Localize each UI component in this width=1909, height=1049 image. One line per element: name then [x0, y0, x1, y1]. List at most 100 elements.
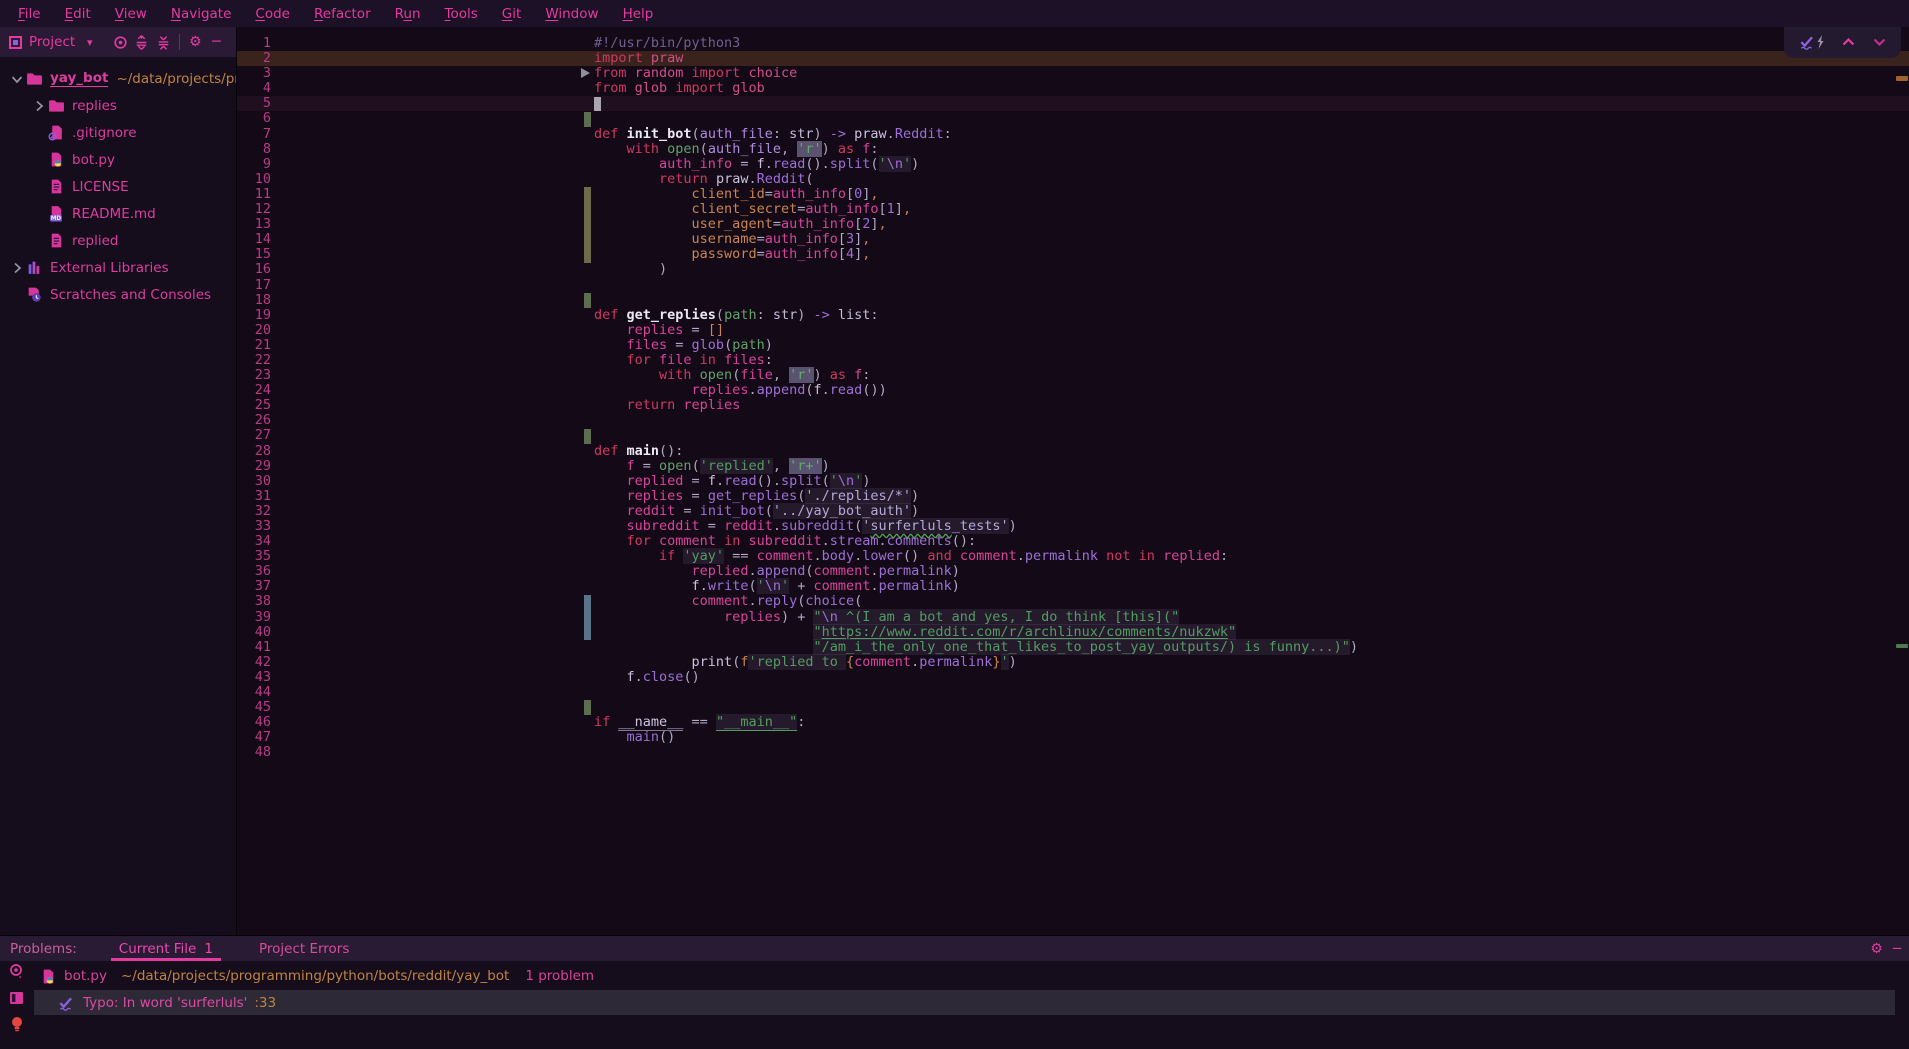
code-line-33[interactable]: subreddit = reddit.subreddit('surferluls… — [594, 519, 1358, 534]
line-number-20[interactable]: 20 — [237, 323, 271, 338]
menu-tools[interactable]: Tools — [433, 6, 490, 22]
inspections-widget[interactable] — [1784, 27, 1901, 58]
line-number-9[interactable]: 9 — [237, 157, 271, 172]
menu-file[interactable]: File — [6, 6, 53, 22]
line-number-46[interactable]: 46 — [237, 715, 271, 730]
line-number-25[interactable]: 25 — [237, 398, 271, 413]
line-number-31[interactable]: 31 — [237, 489, 271, 504]
line-number-40[interactable]: 40 — [237, 625, 271, 640]
tree-item-readme[interactable]: MDREADME.md — [0, 200, 236, 227]
line-number-28[interactable]: 28 — [237, 444, 271, 459]
code-line-5[interactable] — [594, 96, 1358, 111]
line-number-5[interactable]: 5 — [237, 96, 271, 111]
line-number-35[interactable]: 35 — [237, 549, 271, 564]
code-line-13[interactable]: user_agent=auth_info[2], — [594, 217, 1358, 232]
code-line-22[interactable]: for file in files: — [594, 353, 1358, 368]
problem-item-typo[interactable]: Typo: In word 'surferluls' :33 — [34, 990, 1895, 1015]
line-number-23[interactable]: 23 — [237, 368, 271, 383]
code-line-21[interactable]: files = glob(path) — [594, 338, 1358, 353]
code-editor[interactable]: 1234567891011121314151617181920212223242… — [237, 27, 1909, 936]
code-line-48[interactable] — [594, 745, 1358, 760]
line-number-11[interactable]: 11 — [237, 187, 271, 202]
vcs-change-bar[interactable] — [584, 293, 591, 308]
menu-window[interactable]: Window — [533, 6, 610, 22]
code-line-15[interactable]: password=auth_info[4], — [594, 247, 1358, 262]
problems-file-row[interactable]: bot.py ~/data/projects/programming/pytho… — [40, 965, 594, 987]
vcs-change-bar[interactable] — [584, 595, 591, 640]
code-content[interactable]: #!/usr/bin/python3import prawfrom random… — [594, 36, 1358, 761]
problems-panel-title[interactable]: Problems: — [10, 941, 77, 957]
code-line-31[interactable]: replies = get_replies('./replies/*') — [594, 489, 1358, 504]
code-line-38[interactable]: comment.reply(choice( — [594, 594, 1358, 609]
menu-run[interactable]: Run — [383, 6, 433, 22]
run-gutter-icon[interactable] — [581, 68, 590, 78]
line-number-43[interactable]: 43 — [237, 670, 271, 685]
line-number-48[interactable]: 48 — [237, 745, 271, 760]
vcs-change-bar[interactable] — [584, 187, 591, 263]
hide-panel-icon[interactable]: ─ — [206, 32, 227, 52]
menu-git[interactable]: Git — [490, 6, 534, 22]
line-number-26[interactable]: 26 — [237, 413, 271, 428]
gear-icon[interactable]: ⚙ — [185, 32, 206, 52]
code-line-39[interactable]: replies) + "\n ^(I am a bot and yes, I d… — [594, 610, 1358, 625]
menu-edit[interactable]: Edit — [53, 6, 103, 22]
line-number-12[interactable]: 12 — [237, 202, 271, 217]
line-number-4[interactable]: 4 — [237, 81, 271, 96]
project-panel-title[interactable]: Project — [29, 34, 75, 50]
error-stripe-typo[interactable] — [1896, 644, 1908, 648]
line-number-39[interactable]: 39 — [237, 610, 271, 625]
line-number-2[interactable]: 2 — [237, 51, 271, 66]
line-number-10[interactable]: 10 — [237, 172, 271, 187]
line-number-19[interactable]: 19 — [237, 308, 271, 323]
code-line-3[interactable]: from random import choice — [594, 66, 1358, 81]
code-line-26[interactable] — [594, 413, 1358, 428]
code-line-41[interactable]: "/am_i_the_only_one_that_likes_to_post_y… — [594, 640, 1358, 655]
line-number-37[interactable]: 37 — [237, 579, 271, 594]
code-line-27[interactable] — [594, 428, 1358, 443]
line-number-18[interactable]: 18 — [237, 293, 271, 308]
expand-all-icon[interactable] — [131, 32, 152, 52]
code-line-25[interactable]: return replies — [594, 398, 1358, 413]
quick-fix-bulb-icon[interactable] — [10, 1016, 24, 1033]
line-number-30[interactable]: 30 — [237, 474, 271, 489]
code-line-11[interactable]: client_id=auth_info[0], — [594, 187, 1358, 202]
line-number-42[interactable]: 42 — [237, 655, 271, 670]
code-line-29[interactable]: f = open('replied', 'r+') — [594, 459, 1358, 474]
line-number-15[interactable]: 15 — [237, 247, 271, 262]
line-number-45[interactable]: 45 — [237, 700, 271, 715]
line-number-7[interactable]: 7 — [237, 127, 271, 142]
code-line-46[interactable]: if __name__ == "__main__": — [594, 715, 1358, 730]
code-line-36[interactable]: replied.append(comment.permalink) — [594, 564, 1358, 579]
menu-navigate[interactable]: Navigate — [159, 6, 244, 22]
quick-fix-bulb-button[interactable] — [6, 1015, 28, 1033]
code-line-12[interactable]: client_secret=auth_info[1], — [594, 202, 1358, 217]
vcs-change-bar[interactable] — [584, 429, 591, 444]
code-line-16[interactable]: ) — [594, 262, 1358, 277]
line-number-36[interactable]: 36 — [237, 564, 271, 579]
severity-filter-icon[interactable] — [8, 963, 26, 981]
line-number-21[interactable]: 21 — [237, 338, 271, 353]
line-number-27[interactable]: 27 — [237, 428, 271, 443]
line-number-29[interactable]: 29 — [237, 459, 271, 474]
code-line-42[interactable]: print(f'replied to {comment.permalink}') — [594, 655, 1358, 670]
code-line-6[interactable] — [594, 111, 1358, 126]
code-line-28[interactable]: def main(): — [594, 444, 1358, 459]
line-number-32[interactable]: 32 — [237, 504, 271, 519]
line-number-38[interactable]: 38 — [237, 594, 271, 609]
menu-refactor[interactable]: Refactor — [302, 6, 383, 22]
line-number-17[interactable]: 17 — [237, 278, 271, 293]
tree-item-bot-py[interactable]: bot.py — [0, 146, 236, 173]
menu-view[interactable]: View — [103, 6, 159, 22]
code-line-30[interactable]: replied = f.read().split('\n') — [594, 474, 1358, 489]
chevron-down-icon[interactable]: ▾ — [79, 32, 100, 52]
tree-item-external-libraries[interactable]: External Libraries — [0, 254, 236, 281]
tab-project-errors[interactable]: Project Errors — [253, 936, 355, 961]
code-line-9[interactable]: auth_info = f.read().split('\n') — [594, 157, 1358, 172]
code-line-35[interactable]: if 'yay' == comment.body.lower() and com… — [594, 549, 1358, 564]
code-line-10[interactable]: return praw.Reddit( — [594, 172, 1358, 187]
code-line-44[interactable] — [594, 685, 1358, 700]
error-stripe-warning[interactable] — [1896, 76, 1908, 81]
preview-layout-icon[interactable] — [9, 991, 25, 1006]
preview-layout-button[interactable] — [6, 989, 28, 1007]
code-line-37[interactable]: f.write('\n' + comment.permalink) — [594, 579, 1358, 594]
